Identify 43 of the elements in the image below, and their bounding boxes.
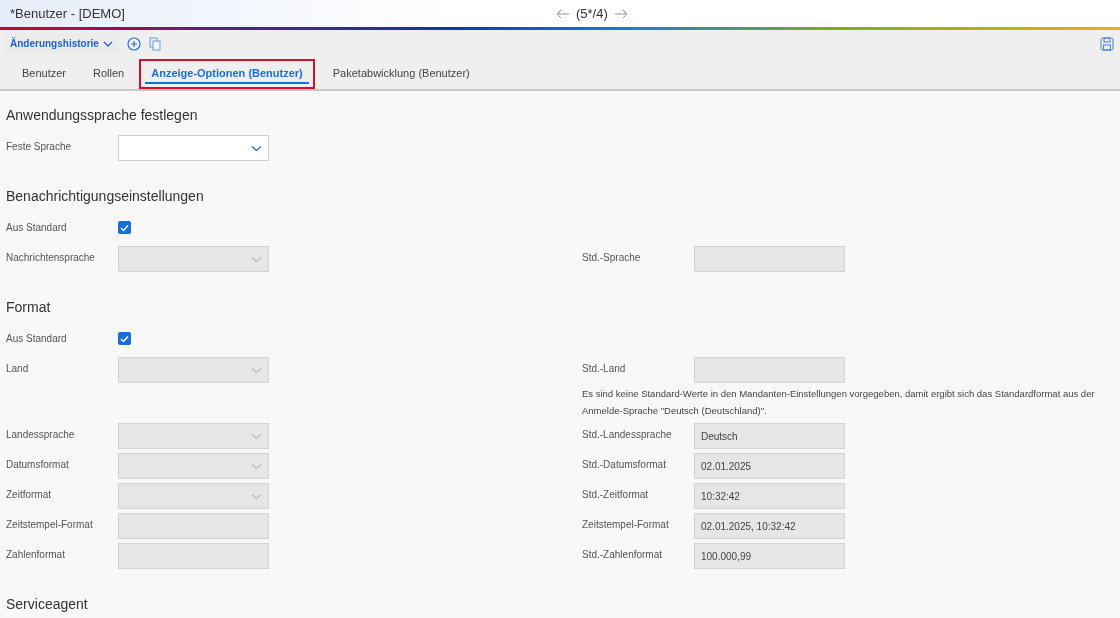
dropdown-field[interactable] (118, 135, 269, 161)
field-label: Feste Sprache (6, 140, 73, 152)
field-label: Landessprache (6, 428, 76, 440)
chevron-down-icon (251, 432, 262, 440)
chevron-down-icon (251, 144, 262, 152)
field-label: Std.-Land (582, 362, 627, 374)
chevron-down-icon (251, 366, 262, 374)
tab[interactable]: Paketabwicklung (Benutzer) (316, 59, 481, 89)
forward-arrow-icon[interactable] (613, 7, 629, 20)
add-icon[interactable] (126, 36, 141, 51)
field-label: Aus Standard (6, 332, 68, 344)
field-label: Std.-Sprache (582, 251, 642, 263)
section-heading: Serviceagent (6, 596, 89, 613)
save-icon[interactable] (1100, 36, 1114, 51)
field-label: Std.-Landessprache (582, 428, 673, 440)
field-label: Std.-Zahlenformat (582, 548, 664, 560)
section-heading: Anwendungssprache festlegen (6, 107, 199, 124)
info-text: Es sind keine Standard-Werte in den Mandanten-Einstellungen vorgegeben, damit ergibt sich das Standardformat aus der Anmelde-Sprache "Deutsch (Deutschland)". (582, 387, 1096, 418)
checkbox[interactable] (118, 221, 131, 234)
chevron-down-icon (102, 39, 113, 48)
copy-icon[interactable] (148, 36, 161, 51)
field-label: Zeitformat (6, 488, 52, 500)
checkbox[interactable] (118, 332, 131, 345)
field-label: Zahlenformat (6, 548, 66, 560)
back-arrow-icon[interactable] (555, 7, 570, 20)
tab[interactable]: Benutzer (6, 59, 78, 89)
field-label: Datumsformat (6, 458, 70, 470)
field-label: Std.-Datumsformat (582, 458, 667, 470)
chevron-down-icon (251, 255, 262, 263)
section-heading: Benachrichtigungseinstellungen (6, 188, 205, 205)
field-label: Land (6, 362, 30, 374)
field-label: Aus Standard (6, 221, 68, 233)
tab[interactable]: Rollen (77, 59, 136, 89)
record-counter: (5*/4) (576, 6, 608, 21)
section-heading: Format (6, 299, 52, 316)
field-label: Zeitstempel-Format (582, 518, 670, 530)
chevron-down-icon (251, 492, 262, 500)
window-title: *Benutzer - [DEMO] (9, 6, 126, 21)
chevron-down-icon (251, 462, 262, 470)
field-label: Std.-Zeitformat (582, 488, 650, 500)
field-label: Nachrichtensprache (6, 251, 96, 263)
field-label: Zeitstempel-Format (6, 518, 94, 530)
tab[interactable]: Anzeige-Optionen (Benutzer) (139, 59, 315, 89)
